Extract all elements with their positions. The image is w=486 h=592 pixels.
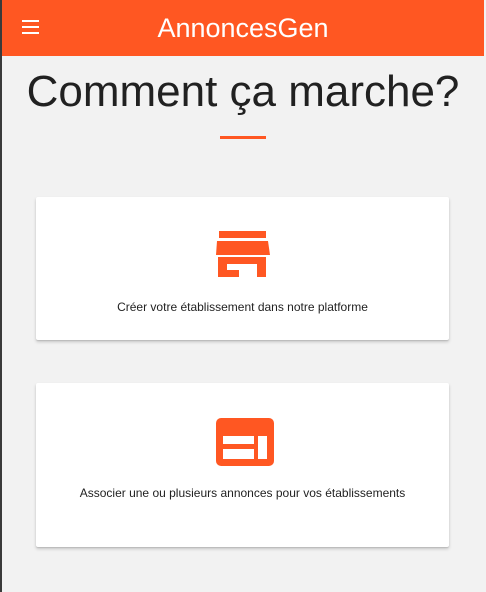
title-underline (220, 136, 266, 139)
app-bar: AnnoncesGen (2, 0, 484, 56)
app-title: AnnoncesGen (157, 13, 329, 43)
step-text: Créer votre établissement dans notre pla… (117, 300, 368, 314)
step-text: Associer une ou plusieurs annonces pour … (79, 486, 406, 500)
step-card-associate-ads: Associer une ou plusieurs annonces pour … (36, 383, 449, 547)
step-card-create-establishment: Créer votre établissement dans notre pla… (36, 197, 449, 340)
web-layout-icon (216, 418, 274, 471)
page-title: Comment ça marche? (26, 67, 460, 116)
store-icon (216, 231, 270, 284)
